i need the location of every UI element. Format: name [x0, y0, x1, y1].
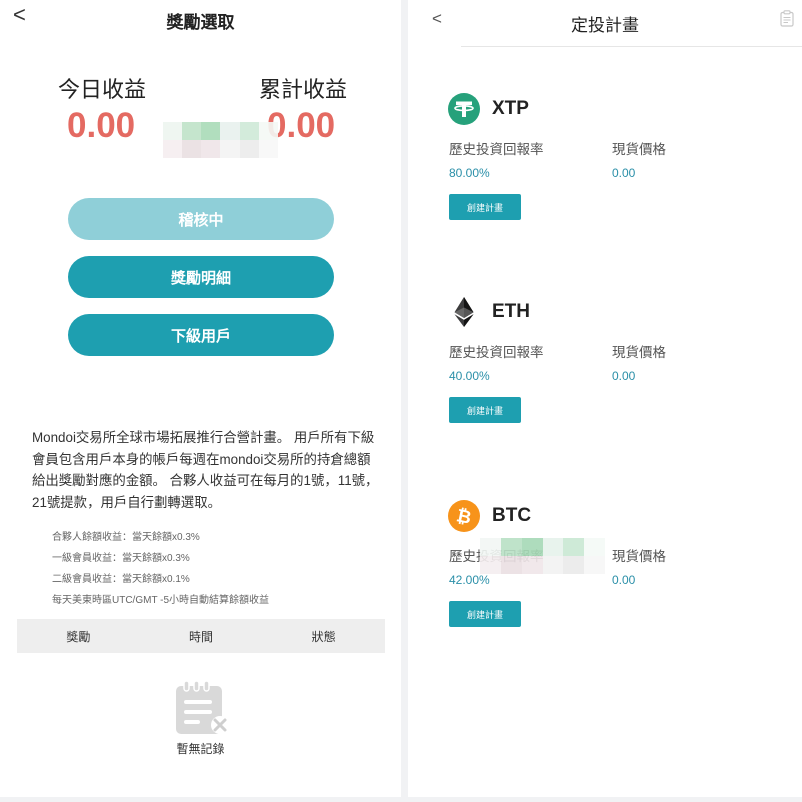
create-plan-button[interactable]: 創建計畫 — [449, 601, 521, 627]
return-rate-label: 歷史投資回報率 — [449, 345, 544, 360]
empty-records-text: 暫無記錄 — [176, 742, 225, 756]
return-rate-value: 80.00% — [449, 166, 490, 180]
spot-price-value: 0.00 — [612, 166, 636, 180]
return-rate-label: 歷史投資回報率 — [449, 142, 544, 157]
spot-price-label: 現貨價格 — [612, 142, 666, 157]
subordinate-users-button[interactable]: 下級用戶 — [68, 314, 334, 356]
audit-button[interactable]: 稽核中 — [68, 198, 334, 240]
tether-icon — [448, 93, 480, 125]
return-rate-value: 42.00% — [449, 573, 490, 587]
reward-panel: < 獎勵選取 今日收益 累計收益 0.00 0.00 稽核中 獎勵明細 下級用戶… — [0, 0, 401, 797]
coin-name: XTP — [492, 98, 529, 119]
column-status: 狀態 — [311, 629, 336, 644]
watermark-mosaic — [480, 538, 605, 574]
column-time: 時間 — [189, 629, 214, 644]
investment-plan-panel: < 定投計畫 XTP 歷史投資回報率 現貨價格 80.00% 0.00 創建計畫 — [408, 0, 802, 797]
clipboard-icon[interactable] — [780, 10, 794, 27]
create-plan-button[interactable]: 創建計畫 — [449, 194, 521, 220]
bitcoin-icon: ₿ — [448, 500, 480, 532]
rule-item: 每天美東時區UTC/GMT -5小時自動結算餘額收益 — [52, 595, 270, 606]
spot-price-value: 0.00 — [612, 369, 636, 383]
spot-price-label: 現貨價格 — [612, 345, 666, 360]
create-plan-button[interactable]: 創建計畫 — [449, 397, 521, 423]
coin-card-eth: ETH 歷史投資回報率 現貨價格 40.00% 0.00 創建計畫 — [448, 296, 768, 436]
program-description: Mondoi交易所全球市場拓展推行合營計畫。 用戶所有下級會員包含用戶本身的帳戶… — [32, 430, 379, 510]
spot-price-label: 現貨價格 — [612, 549, 666, 564]
column-reward: 獎勵 — [66, 629, 91, 644]
spot-price-value: 0.00 — [612, 573, 636, 587]
page-title: 定投計畫 — [571, 16, 639, 35]
coin-name: ETH — [492, 301, 530, 322]
watermark-mosaic — [163, 122, 278, 158]
header-divider — [461, 46, 802, 47]
rule-item: 一級會員收益：當天餘額x0.3% — [52, 553, 190, 564]
return-rate-value: 40.00% — [449, 369, 490, 383]
empty-records-icon — [176, 680, 229, 734]
coin-card-xtp: XTP 歷史投資回報率 現貨價格 80.00% 0.00 創建計畫 — [448, 93, 768, 233]
coin-name: BTC — [492, 505, 532, 526]
ethereum-icon — [454, 297, 474, 327]
today-earnings-value: 0.00 — [67, 106, 136, 145]
records-table-header: 獎勵 時間 狀態 — [17, 619, 385, 653]
total-earnings-label: 累計收益 — [259, 77, 348, 102]
rule-item: 合夥人餘額收益：當天餘額x0.3% — [52, 532, 200, 543]
page-title: 獎勵選取 — [166, 13, 235, 32]
rule-item: 二級會員收益：當天餘額x0.1% — [52, 574, 190, 585]
today-earnings-label: 今日收益 — [58, 77, 147, 102]
reward-detail-button[interactable]: 獎勵明細 — [68, 256, 334, 298]
